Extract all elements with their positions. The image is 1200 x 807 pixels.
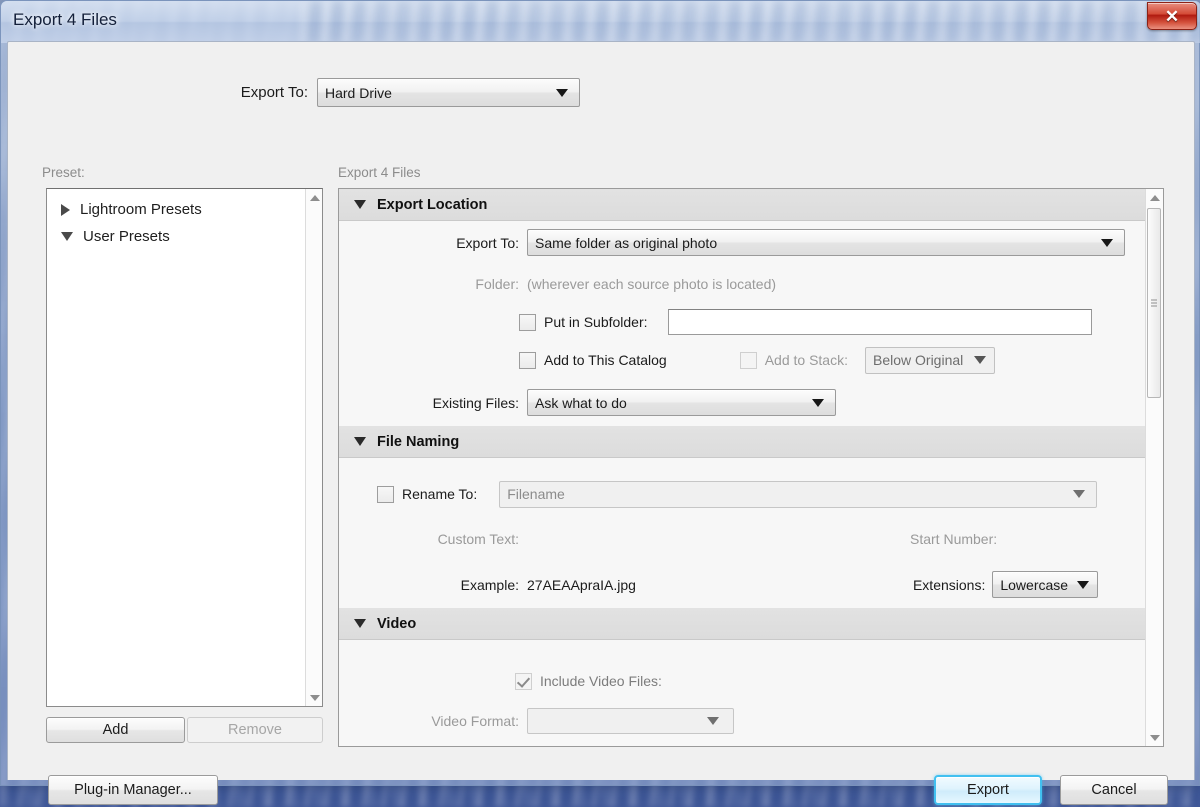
export-location-destination-row: Export To: Same folder as original photo <box>339 221 1146 264</box>
export-location-value: Same folder as original photo <box>535 234 718 251</box>
cancel-button-label: Cancel <box>1091 782 1137 798</box>
remove-preset-button: Remove <box>187 717 323 743</box>
close-glyph: ✕ <box>1164 6 1180 26</box>
folder-value: (wherever each source photo is located) <box>527 275 777 292</box>
desktop-background: Export 4 Files ✕ Export To: Hard Drive P… <box>0 0 1200 807</box>
existing-files-dropdown[interactable]: Ask what to do <box>527 389 836 416</box>
window-title: Export 4 Files <box>13 10 117 29</box>
add-to-this-catalog-label[interactable]: Add to This Catalog <box>544 352 667 368</box>
preset-caption: Preset: <box>42 165 85 180</box>
export-settings-panel: Export Location Export To: Same folder a… <box>338 188 1164 747</box>
titlebar-reflection <box>301 1 1200 43</box>
chevron-down-icon <box>61 232 73 241</box>
extensions-dropdown[interactable]: Lowercase <box>992 571 1099 598</box>
main-panel-caption: Export 4 Files <box>338 165 421 180</box>
section-title-file-naming: File Naming <box>377 433 460 450</box>
include-video-files-label: Include Video Files: <box>540 673 662 689</box>
stack-position-value: Below Original <box>873 352 964 368</box>
chevron-down-icon <box>354 619 366 628</box>
top-export-to-row: Export To: Hard Drive <box>8 78 1194 107</box>
preset-group-lightroom-presets[interactable]: Lightroom Presets <box>47 196 322 223</box>
chevron-down-icon <box>1101 238 1113 247</box>
add-to-stack-checkbox <box>739 351 757 369</box>
export-location-folder-row: Folder: (wherever each source photo is l… <box>339 264 1146 303</box>
example-row: Example: 27AEAApraIA.jpg Extensions: Low… <box>339 561 1146 608</box>
add-to-stack-label: Add to Stack: <box>764 352 848 368</box>
section-title-video: Video <box>377 615 417 632</box>
put-in-subfolder-checkbox[interactable] <box>519 313 536 331</box>
video-format-dropdown[interactable] <box>527 708 734 734</box>
existing-files-label: Existing Files: <box>432 394 519 411</box>
preset-panel-scrollbar[interactable] <box>305 189 322 706</box>
include-video-files-checkbox <box>515 672 532 690</box>
rename-to-row: Rename To: Filename <box>339 458 1146 517</box>
scroll-up-icon[interactable] <box>306 189 323 206</box>
video-format-row: Video Format: <box>339 706 1146 736</box>
scroll-down-icon[interactable] <box>1146 729 1163 746</box>
preset-list-panel[interactable]: Lightroom Presets User Presets <box>46 188 323 707</box>
section-header-video[interactable]: Video <box>339 608 1146 640</box>
chevron-down-icon <box>812 398 824 407</box>
section-title-export-location: Export Location <box>377 196 488 213</box>
extensions-value: Lowercase <box>1000 576 1069 593</box>
plugin-manager-button[interactable]: Plug-in Manager... <box>48 775 218 805</box>
export-button[interactable]: Export <box>934 775 1042 805</box>
add-to-catalog-row: Add to This Catalog Add to Stack: Below … <box>339 341 1146 379</box>
preset-group-user-presets[interactable]: User Presets <box>47 223 322 250</box>
section-header-export-location[interactable]: Export Location <box>339 189 1146 221</box>
chevron-down-icon <box>707 717 719 725</box>
chevron-down-icon <box>556 88 568 97</box>
subfolder-name-input[interactable] <box>667 309 1092 335</box>
custom-text-label: Custom Text: <box>437 531 519 547</box>
export-to-destination-value: Hard Drive <box>325 84 392 101</box>
preset-group-label: User Presets <box>83 228 170 245</box>
add-preset-label: Add <box>102 722 129 738</box>
chevron-down-icon <box>1073 490 1086 498</box>
existing-files-row: Existing Files: Ask what to do <box>339 379 1146 426</box>
put-in-subfolder-label[interactable]: Put in Subfolder: <box>544 314 648 330</box>
rename-to-label[interactable]: Rename To: <box>402 486 477 502</box>
remove-preset-label: Remove <box>228 722 282 738</box>
chevron-down-icon <box>1077 580 1090 589</box>
scrollbar-thumb[interactable] <box>1147 208 1161 398</box>
folder-label: Folder: <box>475 275 519 292</box>
include-video-row: Include Video Files: <box>339 640 1146 706</box>
preset-group-label: Lightroom Presets <box>80 201 202 218</box>
existing-files-value: Ask what to do <box>535 394 627 411</box>
rename-template-dropdown[interactable]: Filename <box>499 480 1098 508</box>
dialog-client-area: Export To: Hard Drive Preset: Export 4 F… <box>7 41 1195 805</box>
stack-position-dropdown: Below Original <box>865 346 995 374</box>
example-label: Example: <box>460 576 519 593</box>
chevron-right-icon <box>61 203 70 216</box>
extensions-label: Extensions: <box>912 576 986 593</box>
export-dialog-window: Export 4 Files ✕ Export To: Hard Drive P… <box>0 0 1200 805</box>
cancel-button[interactable]: Cancel <box>1060 775 1168 805</box>
put-in-subfolder-row: Put in Subfolder: <box>339 303 1146 341</box>
export-location-export-to-label: Export To: <box>456 234 519 251</box>
scroll-up-icon[interactable] <box>1146 189 1163 206</box>
export-settings-content: Export Location Export To: Same folder a… <box>339 189 1146 746</box>
rename-to-checkbox[interactable] <box>377 485 394 503</box>
export-settings-scrollbar[interactable] <box>1145 189 1163 746</box>
export-button-label: Export <box>967 782 1009 798</box>
rename-template-value: Filename <box>507 486 565 502</box>
scroll-down-icon[interactable] <box>306 689 323 706</box>
top-export-to-label: Export To: <box>240 84 308 101</box>
chevron-down-icon <box>354 437 366 446</box>
custom-text-row: Custom Text: Start Number: <box>339 517 1146 561</box>
export-to-destination-dropdown[interactable]: Hard Drive <box>317 78 580 107</box>
add-to-this-catalog-checkbox[interactable] <box>519 351 536 369</box>
close-icon[interactable]: ✕ <box>1147 2 1197 30</box>
add-preset-button[interactable]: Add <box>46 717 185 743</box>
export-location-dropdown[interactable]: Same folder as original photo <box>527 229 1125 256</box>
start-number-label: Start Number: <box>910 531 998 547</box>
video-format-label: Video Format: <box>431 713 519 729</box>
chevron-down-icon <box>974 356 986 364</box>
plugin-manager-label: Plug-in Manager... <box>74 782 192 798</box>
chevron-down-icon <box>354 200 366 209</box>
example-filename: 27AEAApraIA.jpg <box>527 576 636 593</box>
window-titlebar[interactable]: Export 4 Files ✕ <box>1 1 1200 43</box>
scrollbar-grip <box>1151 299 1157 307</box>
section-header-file-naming[interactable]: File Naming <box>339 426 1146 458</box>
